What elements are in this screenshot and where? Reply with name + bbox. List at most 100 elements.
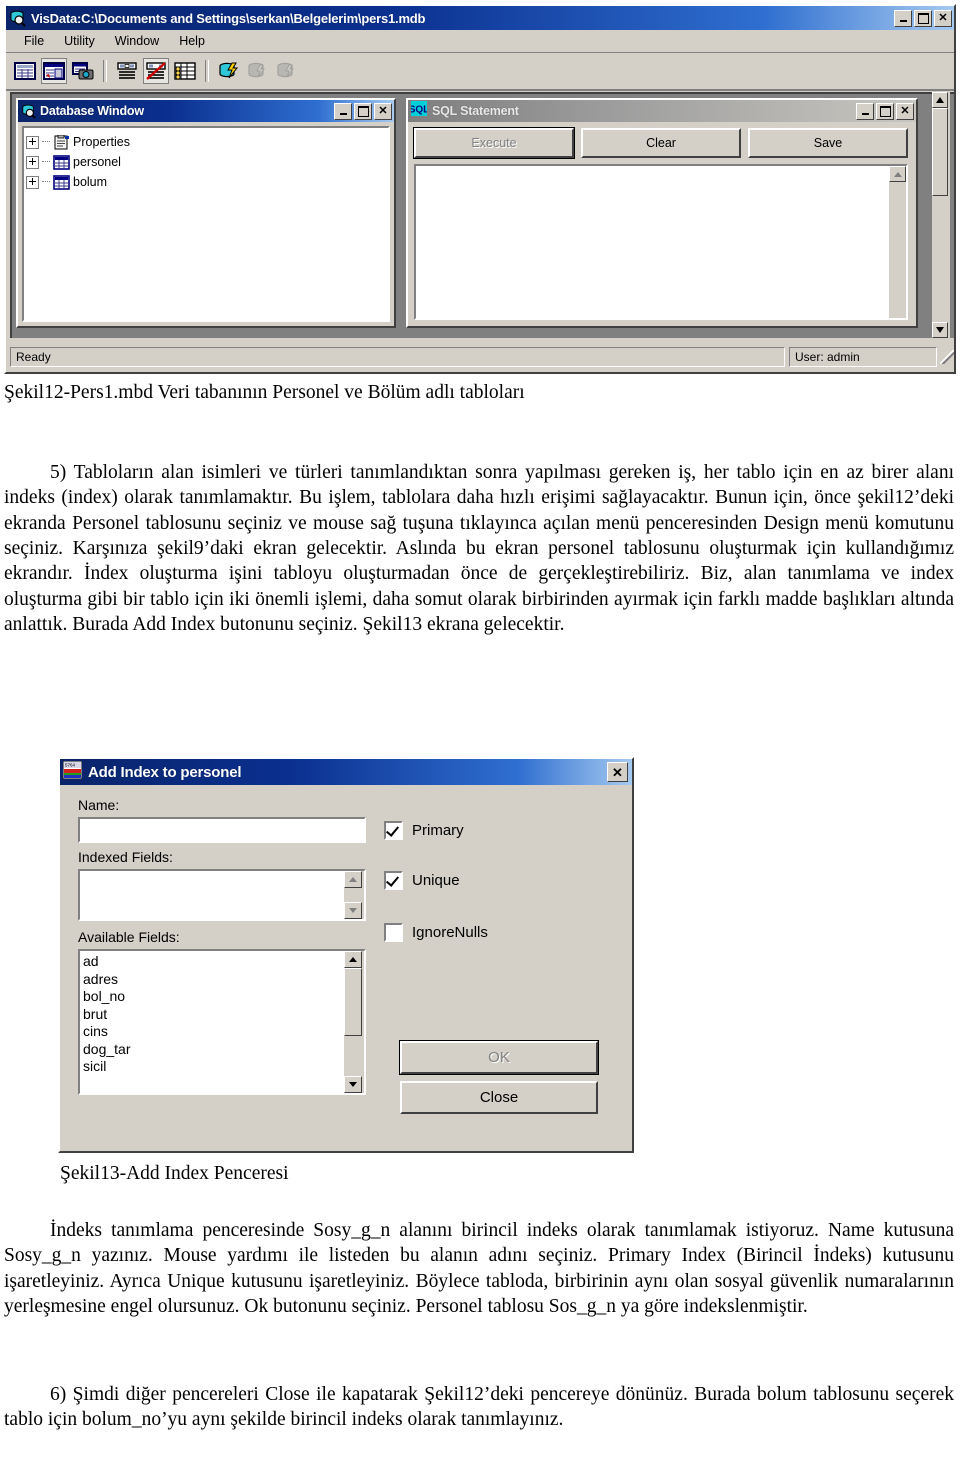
- indexed-fields-list[interactable]: [78, 869, 366, 921]
- mdi-scroll-thumb[interactable]: [932, 108, 948, 196]
- table-snapshot-icon[interactable]: [70, 58, 96, 84]
- close-button-label: Close: [479, 1089, 519, 1106]
- expand-plus-icon[interactable]: [26, 155, 39, 169]
- tree-item-label: personel: [73, 155, 121, 169]
- close-button-dialog[interactable]: Close: [400, 1081, 598, 1114]
- ignorenulls-checkbox-label: IgnoreNulls: [412, 924, 488, 941]
- close-icon: ✕: [378, 104, 388, 117]
- checkbox-box-icon[interactable]: [384, 923, 403, 942]
- database-window-title-bar[interactable]: Database Window ✕: [18, 100, 394, 122]
- no-data-control-icon[interactable]: [143, 58, 169, 84]
- available-fields-items[interactable]: ad adres bol_no brut cins dog_tar sicil: [80, 951, 344, 1093]
- menu-item-help[interactable]: Help: [169, 32, 215, 50]
- sql-statement-window: SQL SQL Statement ✕ Execute Clear Save: [406, 98, 918, 328]
- name-input[interactable]: [78, 817, 366, 843]
- list-item[interactable]: bol_no: [80, 988, 344, 1006]
- dialog-close-button[interactable]: ✕: [607, 762, 628, 782]
- execute-button[interactable]: Execute: [414, 128, 574, 158]
- data-control-form-icon[interactable]: [114, 58, 140, 84]
- indexed-scroll-down-arrow[interactable]: [344, 902, 362, 919]
- main-title-text: VisData:C:\Documents and Settings\serkan…: [31, 10, 426, 26]
- add-index-dialog: 5764 Add Index to personel ✕ Name: Index…: [58, 757, 634, 1153]
- available-fields-list[interactable]: ad adres bol_no brut cins dog_tar sicil: [78, 949, 366, 1095]
- list-item[interactable]: brut: [80, 1006, 344, 1024]
- sql-close-button[interactable]: ✕: [896, 102, 914, 120]
- mdi-scroll-down-arrow[interactable]: [932, 322, 948, 338]
- available-scroll-down-arrow[interactable]: [344, 1076, 362, 1093]
- sql-maximize-button[interactable]: [876, 102, 894, 120]
- document-page: VisData:C:\Documents and Settings\serkan…: [0, 0, 960, 1480]
- svg-text:SQL: SQL: [411, 105, 427, 116]
- unique-checkbox-label: Unique: [412, 872, 460, 889]
- db-close-button[interactable]: ✕: [374, 102, 392, 120]
- status-bar: Ready User: admin: [10, 346, 954, 368]
- clear-button[interactable]: Clear: [581, 128, 741, 158]
- close-icon: ✕: [938, 11, 948, 24]
- close-icon: ✕: [900, 104, 910, 117]
- primary-checkbox-label: Primary: [412, 822, 464, 839]
- status-message: Ready: [10, 347, 785, 367]
- svg-text:5764: 5764: [65, 762, 76, 767]
- visdata-database-icon: [10, 10, 26, 27]
- sql-window-title-bar[interactable]: SQL SQL Statement ✕: [408, 100, 916, 122]
- transaction-begin-icon[interactable]: [216, 58, 242, 84]
- transaction-rollback-icon: [245, 58, 271, 84]
- menu-item-file[interactable]: File: [14, 32, 54, 50]
- list-item[interactable]: dog_tar: [80, 1041, 344, 1059]
- indexed-fields-scrollbar[interactable]: [344, 871, 364, 919]
- menu-item-utility[interactable]: Utility: [54, 32, 105, 50]
- available-fields-scrollbar[interactable]: [344, 951, 364, 1093]
- main-title-bar[interactable]: VisData:C:\Documents and Settings\serkan…: [6, 6, 954, 30]
- grid-datasheet-icon[interactable]: [172, 58, 198, 84]
- ok-button[interactable]: OK: [400, 1041, 598, 1074]
- properties-list-icon: [53, 134, 70, 150]
- unique-checkbox[interactable]: Unique: [384, 871, 460, 890]
- list-item[interactable]: adres: [80, 971, 344, 989]
- resize-grip-icon[interactable]: [940, 350, 954, 364]
- toolbar-separator: [205, 60, 209, 82]
- checkbox-check-icon[interactable]: [384, 871, 403, 890]
- sql-window-title: SQL Statement: [432, 104, 519, 118]
- close-button[interactable]: ✕: [934, 9, 952, 27]
- expand-plus-icon[interactable]: [26, 175, 39, 189]
- table-grid-icon[interactable]: [12, 58, 38, 84]
- scroll-up-arrow[interactable]: [889, 166, 906, 182]
- paragraph-5: 5) Tabloların alan isimleri ve türleri t…: [4, 462, 954, 636]
- sql-editor-scrollbar[interactable]: [889, 166, 906, 318]
- tree-line: [42, 181, 50, 183]
- menu-item-window[interactable]: Window: [105, 32, 169, 50]
- indexed-fields-label: Indexed Fields:: [78, 849, 173, 865]
- database-tree[interactable]: Properties personel bolum: [22, 126, 390, 322]
- visdata-database-icon: [22, 104, 36, 119]
- db-maximize-button[interactable]: [354, 102, 372, 120]
- available-scroll-thumb[interactable]: [344, 968, 362, 1036]
- ignorenulls-checkbox[interactable]: IgnoreNulls: [384, 923, 488, 942]
- paragraph-index: İndeks tanımlama penceresinde Sosy_g_n a…: [4, 1220, 954, 1318]
- save-button[interactable]: Save: [748, 128, 908, 158]
- checkbox-check-icon[interactable]: [384, 821, 403, 840]
- execute-button-label: Execute: [471, 136, 517, 150]
- tree-item-properties[interactable]: Properties: [26, 132, 386, 152]
- list-item[interactable]: sicil: [80, 1058, 344, 1076]
- list-item[interactable]: ad: [80, 953, 344, 971]
- tree-item-bolum[interactable]: bolum: [26, 172, 386, 192]
- indexed-scroll-up-arrow[interactable]: [344, 871, 362, 888]
- clear-button-label: Clear: [646, 136, 676, 150]
- list-item[interactable]: cins: [80, 1023, 344, 1041]
- dialog-title-bar[interactable]: 5764 Add Index to personel ✕: [60, 759, 632, 785]
- table-properties-icon[interactable]: [41, 58, 67, 84]
- primary-checkbox[interactable]: Primary: [384, 821, 464, 840]
- tree-item-personel[interactable]: personel: [26, 152, 386, 172]
- sql-editor[interactable]: [414, 164, 908, 320]
- figure13-caption: Şekil13-Add Index Penceresi: [60, 1163, 289, 1184]
- mdi-scroll-up-arrow[interactable]: [932, 92, 948, 108]
- index-dialog-icon: 5764: [62, 760, 83, 784]
- available-scroll-up-arrow[interactable]: [344, 951, 362, 968]
- expand-plus-icon[interactable]: [26, 135, 39, 149]
- sql-minimize-button[interactable]: [856, 102, 874, 120]
- save-button-label: Save: [813, 136, 843, 150]
- db-minimize-button[interactable]: [334, 102, 352, 120]
- minimize-button[interactable]: [894, 9, 912, 27]
- maximize-button[interactable]: [914, 9, 932, 27]
- mdi-vertical-scrollbar[interactable]: [932, 92, 950, 338]
